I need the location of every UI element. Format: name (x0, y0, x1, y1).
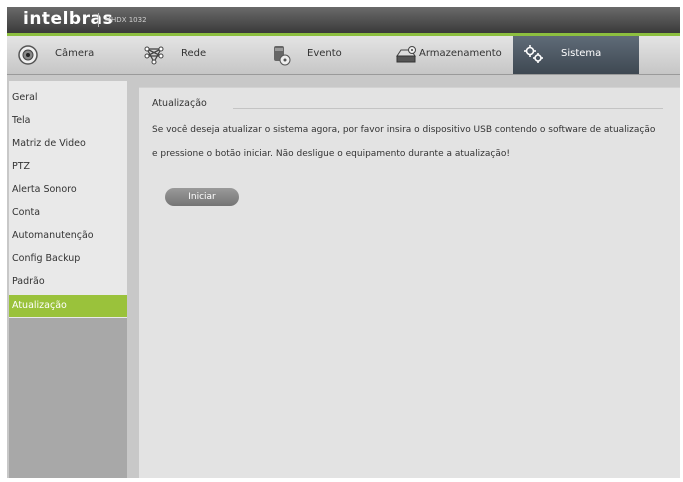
tab-system[interactable]: Sistema (513, 36, 639, 74)
network-icon (143, 44, 165, 66)
sidebar-item-matriz-de-video[interactable]: Matriz de Video (9, 133, 127, 155)
update-instructions-line2: e pressione o botão iniciar. Não desligu… (152, 149, 510, 159)
sidebar-item-config-backup[interactable]: Config Backup (9, 248, 127, 270)
camera-icon (17, 44, 39, 66)
gears-icon (523, 44, 545, 66)
sidebar-empty-area (9, 318, 127, 478)
brand-logo: intelbras (23, 9, 114, 29)
tab-storage[interactable]: Armazenamento (385, 36, 511, 74)
main-panel: Atualização Se você deseja atualizar o s… (139, 87, 680, 478)
sidebar-item-tela[interactable]: Tela (9, 110, 127, 132)
title-bar: intelbras MHDX 1032 (7, 7, 680, 33)
tab-label: Armazenamento (419, 48, 502, 59)
start-update-button[interactable]: Iniciar (165, 188, 239, 206)
event-icon (269, 44, 291, 66)
sidebar-item-ptz[interactable]: PTZ (9, 156, 127, 178)
app-window: intelbras MHDX 1032 Câmera Rede Evento A… (7, 7, 680, 478)
storage-icon (395, 44, 417, 66)
section-title: Atualização (152, 98, 207, 109)
tab-label: Evento (307, 48, 342, 59)
main-tab-bar: Câmera Rede Evento Armazenamento Sistema (7, 36, 680, 75)
sidebar-item-geral[interactable]: Geral (9, 87, 127, 109)
sidebar-item-alerta-sonoro[interactable]: Alerta Sonoro (9, 179, 127, 201)
section-divider (233, 108, 663, 109)
tab-network[interactable]: Rede (133, 36, 259, 74)
update-instructions-line1: Se você deseja atualizar o sistema agora… (152, 125, 656, 135)
tab-label: Sistema (561, 48, 602, 59)
sidebar-item-conta[interactable]: Conta (9, 202, 127, 224)
sidebar-item-padrao[interactable]: Padrão (9, 271, 127, 293)
brand-separator (98, 13, 99, 27)
tab-label: Rede (181, 48, 207, 59)
tab-event[interactable]: Evento (259, 36, 385, 74)
model-label: MHDX 1032 (105, 16, 147, 24)
sidebar: Geral Tela Matriz de Video PTZ Alerta So… (9, 81, 127, 478)
sidebar-item-automanutencao[interactable]: Automanutenção (9, 225, 127, 247)
tab-camera[interactable]: Câmera (7, 36, 133, 74)
tab-label: Câmera (55, 48, 95, 59)
sidebar-item-atualizacao[interactable]: Atualização (9, 295, 127, 317)
